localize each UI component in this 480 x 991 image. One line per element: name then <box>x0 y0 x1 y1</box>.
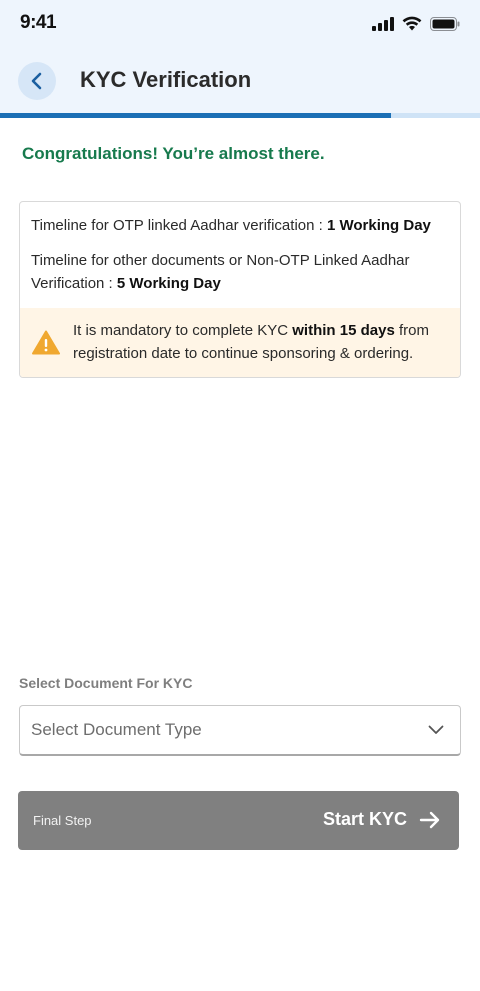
page-title: KYC Verification <box>80 67 252 92</box>
chevron-left-icon <box>31 72 42 90</box>
final-step-hint: Final Step <box>33 813 92 828</box>
otp-timeline-label: Timeline for OTP linked Aadhar verificat… <box>31 217 327 234</box>
start-kyc-label: Start KYC <box>322 809 407 829</box>
arrow-right-icon <box>419 811 440 829</box>
congrats-message: Congratulations! You’re almost there. <box>22 144 325 163</box>
warning-text: It is mandatory to complete KYC within 1… <box>73 319 453 365</box>
document-type-select[interactable]: Select Document Type <box>19 705 461 756</box>
battery-icon <box>430 16 460 31</box>
warning-icon <box>32 330 60 355</box>
warning-text-prefix: It is mandatory to complete KYC <box>73 322 293 339</box>
back-button[interactable] <box>18 62 56 100</box>
signal-icon <box>372 16 394 31</box>
status-time: 9:41 <box>20 12 57 33</box>
otp-timeline: Timeline for OTP linked Aadhar verificat… <box>31 214 431 237</box>
document-select-label: Select Document For KYC <box>19 675 193 691</box>
start-kyc-button[interactable]: Final Step Start KYC <box>18 791 459 850</box>
document-type-placeholder: Select Document Type <box>31 720 202 739</box>
warning-text-emphasis: within 15 days <box>292 322 395 339</box>
progress-track <box>0 113 480 118</box>
kyc-warning: It is mandatory to complete KYC within 1… <box>20 308 460 377</box>
status-icons <box>372 16 460 31</box>
status-bar: 9:41 <box>0 0 480 48</box>
wifi-icon <box>402 16 422 31</box>
timeline-card: Timeline for OTP linked Aadhar verificat… <box>19 201 461 378</box>
progress-fill <box>0 113 392 118</box>
other-timeline: Timeline for other documents or Non-OTP … <box>31 249 446 295</box>
otp-timeline-value: 1 Working Day <box>326 217 431 234</box>
other-timeline-value: 5 Working Day <box>116 275 221 292</box>
chevron-down-icon <box>428 725 444 734</box>
